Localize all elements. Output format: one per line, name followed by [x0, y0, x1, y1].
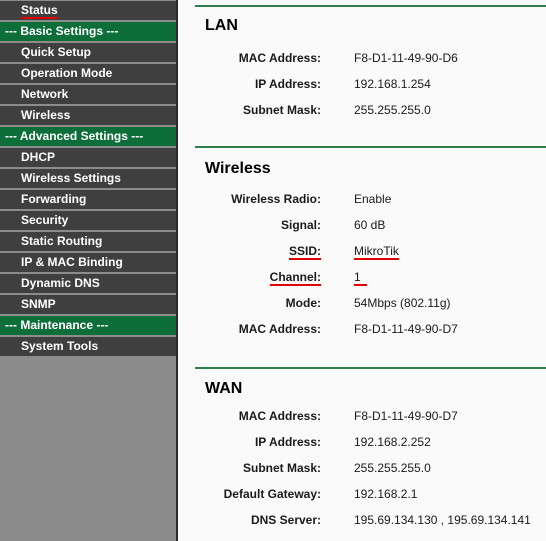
wan-mac-value: F8-D1-11-49-90-D7 — [354, 409, 458, 423]
sidebar-item-ip-mac-binding[interactable]: IP & MAC Binding — [0, 253, 176, 272]
sidebar: Status --- Basic Settings --- Quick Setu… — [0, 0, 176, 541]
wan-subnet-label: Subnet Mask: — [242, 461, 321, 475]
sidebar-item-operation-mode[interactable]: Operation Mode — [0, 64, 176, 83]
lan-subnet-value: 255.255.255.0 — [354, 103, 431, 117]
sidebar-item-dynamic-dns[interactable]: Dynamic DNS — [0, 274, 176, 293]
wan-title: WAN — [205, 380, 243, 397]
section-separator — [195, 5, 546, 7]
status-content: LAN MAC Address: F8-D1-11-49-90-D6 IP Ad… — [178, 0, 546, 541]
ssid-value-text: MikroTik — [354, 244, 399, 260]
sidebar-item-forwarding[interactable]: Forwarding — [0, 190, 176, 209]
wireless-mac-label: MAC Address: — [238, 322, 321, 336]
wireless-mode-value: 54Mbps (802.11g) — [354, 296, 451, 310]
wireless-ssid-label: SSID: — [178, 244, 321, 260]
sidebar-item-snmp[interactable]: SNMP — [0, 295, 176, 314]
wireless-signal-value: 60 dB — [354, 218, 386, 232]
sidebar-item-static-routing[interactable]: Static Routing — [0, 232, 176, 251]
lan-mac-label: MAC Address: — [238, 51, 321, 65]
wan-subnet-value: 255.255.255.0 — [354, 461, 431, 475]
sidebar-item-quick-setup[interactable]: Quick Setup — [0, 43, 176, 62]
lan-title: LAN — [205, 17, 238, 34]
wan-ip-label: IP Address: — [254, 435, 321, 449]
lan-subnet-label: Subnet Mask: — [242, 103, 321, 117]
sidebar-item-network[interactable]: Network — [0, 85, 176, 104]
wan-mac-label: MAC Address: — [238, 409, 321, 423]
wan-dns-label: DNS Server: — [250, 513, 321, 527]
wan-ip-value: 192.168.2.252 — [354, 435, 431, 449]
sidebar-group-basic-settings: --- Basic Settings --- — [0, 22, 176, 41]
sidebar-item-wireless[interactable]: Wireless — [0, 106, 176, 125]
channel-value-text: 1 — [354, 270, 367, 286]
wireless-radio-label: Wireless Radio: — [231, 192, 321, 206]
wireless-radio-value: Enable — [354, 192, 392, 206]
ssid-label-text: SSID: — [288, 244, 321, 260]
wan-gateway-value: 192.168.2.1 — [354, 487, 418, 501]
wireless-channel-label: Channel: — [178, 270, 321, 286]
sidebar-item-security[interactable]: Security — [0, 211, 176, 230]
section-separator — [195, 146, 546, 148]
wireless-mode-label: Mode: — [285, 296, 321, 310]
sidebar-item-label: Status — [21, 3, 58, 19]
wireless-mac-value: F8-D1-11-49-90-D7 — [354, 322, 458, 336]
sidebar-item-system-tools[interactable]: System Tools — [0, 337, 176, 356]
channel-label-text: Channel: — [269, 270, 321, 286]
lan-ip-label: IP Address: — [254, 77, 321, 91]
sidebar-item-status[interactable]: Status — [0, 1, 176, 20]
wan-gateway-label: Default Gateway: — [223, 487, 321, 501]
lan-mac-value: F8-D1-11-49-90-D6 — [354, 51, 458, 65]
wan-dns-value: 195.69.134.130 , 195.69.134.141 — [354, 513, 531, 527]
wireless-title: Wireless — [205, 160, 271, 177]
wireless-signal-label: Signal: — [280, 218, 321, 232]
wireless-channel-value: 1 — [354, 270, 367, 286]
lan-ip-value: 192.168.1.254 — [354, 77, 431, 91]
sidebar-item-wireless-settings[interactable]: Wireless Settings — [0, 169, 176, 188]
wireless-ssid-value: MikroTik — [354, 244, 399, 260]
sidebar-group-advanced-settings: --- Advanced Settings --- — [0, 127, 176, 146]
sidebar-item-dhcp[interactable]: DHCP — [0, 148, 176, 167]
section-separator — [195, 367, 546, 369]
sidebar-group-maintenance: --- Maintenance --- — [0, 316, 176, 335]
